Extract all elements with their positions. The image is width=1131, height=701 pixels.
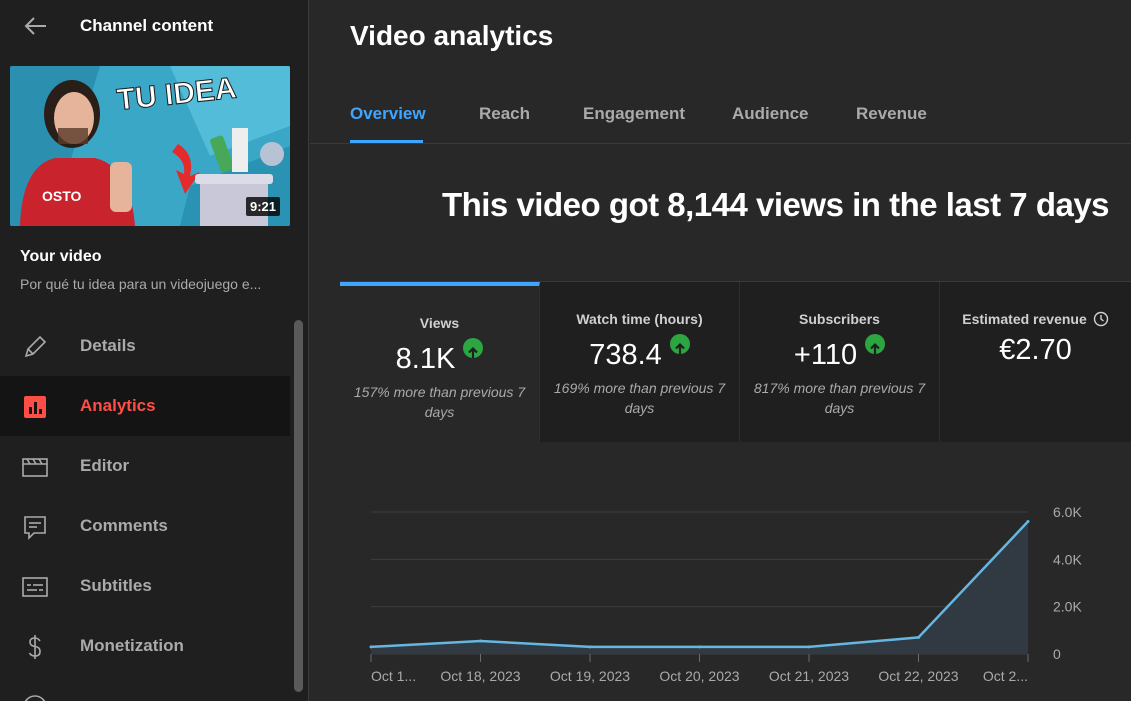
y-tick-label: 4.0K — [1053, 551, 1082, 567]
metric-value: +110 — [793, 339, 858, 371]
back-arrow-icon[interactable] — [22, 12, 50, 40]
sidebar-item-label: Subtitles — [80, 576, 152, 595]
x-tick-label: Oct 21, 2023 — [769, 668, 849, 684]
x-tick-label: Oct 18, 2023 — [440, 668, 520, 684]
sidebar-item-label: Comments — [80, 516, 168, 535]
data-point — [1026, 519, 1030, 523]
video-thumbnail[interactable]: OSTO TU IDEA 9:21 — [10, 66, 290, 226]
sidebar-nav: Details Analytics Editor Comments Subtit… — [0, 316, 290, 701]
sidebar-item-analytics[interactable]: Analytics — [0, 376, 290, 436]
metric-label: Watch time (hours) — [576, 311, 703, 327]
trend-up-icon — [463, 338, 484, 358]
y-tick-label: 2.0K — [1053, 599, 1082, 615]
metric-value: 8.1K — [395, 343, 456, 375]
clapperboard-icon — [22, 458, 48, 477]
series-area — [371, 521, 1028, 654]
y-tick-label: 6.0K — [1053, 504, 1082, 520]
your-video-label: Your video — [20, 248, 102, 265]
sidebar-item-label: Editor — [80, 456, 130, 475]
sidebar-item-label: Details — [80, 336, 136, 355]
data-point — [369, 645, 373, 649]
metric-subscribers[interactable]: Subscribers +110 817% more than previous… — [740, 282, 940, 442]
tab-reach[interactable]: Reach — [479, 104, 530, 124]
metric-label: Estimated revenue — [962, 311, 1087, 327]
metric-value: €2.70 — [999, 334, 1072, 366]
metric-revenue[interactable]: Estimated revenue €2.70 — [940, 282, 1131, 442]
shirt-text: OSTO — [42, 188, 82, 204]
page-title: Video analytics — [350, 20, 554, 51]
trend-up-icon — [669, 334, 690, 354]
data-point — [698, 645, 701, 649]
x-tick-label: Oct 2... — [983, 668, 1028, 684]
metric-value: 738.4 — [589, 339, 662, 371]
data-point — [807, 645, 811, 649]
data-point — [479, 639, 482, 643]
y-tick-label: 0 — [1053, 646, 1061, 662]
data-point — [917, 635, 920, 639]
metric-value-row: 8.1K — [340, 338, 539, 376]
pencil-icon — [24, 335, 47, 358]
x-tick-label: Oct 19, 2023 — [550, 668, 630, 684]
metric-note: 169% more than previous 7 days — [553, 380, 726, 416]
sidebar-item-label: Monetization — [80, 636, 184, 655]
sidebar-scrollbar[interactable] — [294, 320, 303, 692]
metric-label: Subscribers — [799, 311, 880, 327]
metric-label: Views — [419, 315, 460, 331]
dollar-icon — [28, 635, 41, 659]
x-tick-label: Oct 1... — [371, 668, 416, 684]
sidebar-header: Channel content — [0, 0, 308, 52]
metric-watch-time[interactable]: Watch time (hours) 738.4 169% more than … — [540, 282, 740, 442]
x-tick-label: Oct 22, 2023 — [878, 668, 958, 684]
data-point — [588, 645, 592, 649]
sidebar-item-subtitles[interactable]: Subtitles — [0, 556, 290, 616]
tab-engagement[interactable]: Engagement — [583, 104, 685, 124]
metric-views[interactable]: Views 8.1K 157% more than previous 7 day… — [340, 282, 540, 442]
sidebar-item-monetization[interactable]: Monetization — [0, 616, 290, 676]
trend-up-icon — [865, 334, 886, 354]
clock-icon — [1093, 311, 1108, 327]
sidebar-title: Channel content — [80, 16, 214, 35]
sidebar-item-editor[interactable]: Editor — [0, 436, 290, 496]
sidebar: Channel content OSTO TU IDEA 9:21 Your v… — [0, 0, 309, 701]
main-content: Video analytics Overview Reach Engagemen… — [310, 0, 1131, 701]
views-chart[interactable]: 6.0K 4.0K 2.0K 0 Oct 1... Oct 18, 2023 Oct 19,… — [310, 470, 1131, 701]
tabs-divider — [310, 143, 1131, 144]
sidebar-item-details[interactable]: Details — [0, 316, 290, 376]
subtitles-icon — [22, 577, 48, 597]
sidebar-item-more[interactable] — [0, 676, 290, 701]
tab-revenue[interactable]: Revenue — [856, 104, 927, 124]
x-tick-label: Oct 20, 2023 — [659, 668, 739, 684]
metric-note: 157% more than previous 7 days — [353, 384, 526, 420]
metric-value-row: +110 — [740, 334, 939, 372]
metric-value-row: 738.4 — [540, 334, 739, 372]
comment-icon — [24, 516, 46, 540]
headline: This video got 8,144 views in the last 7… — [441, 186, 1110, 223]
copyright-icon — [24, 695, 46, 701]
sidebar-item-comments[interactable]: Comments — [0, 496, 290, 556]
metric-note: 817% more than previous 7 days — [753, 380, 926, 416]
sidebar-item-label: Analytics — [80, 396, 156, 415]
metric-label-row: Estimated revenue — [940, 311, 1131, 327]
metric-value-row: €2.70 — [940, 334, 1131, 367]
tab-audience[interactable]: Audience — [732, 104, 809, 124]
video-duration: 9:21 — [245, 197, 280, 216]
analytics-icon — [24, 396, 46, 418]
video-title[interactable]: Por qué tu idea para un videojuego e... — [20, 276, 290, 292]
tab-overview[interactable]: Overview — [350, 104, 426, 124]
